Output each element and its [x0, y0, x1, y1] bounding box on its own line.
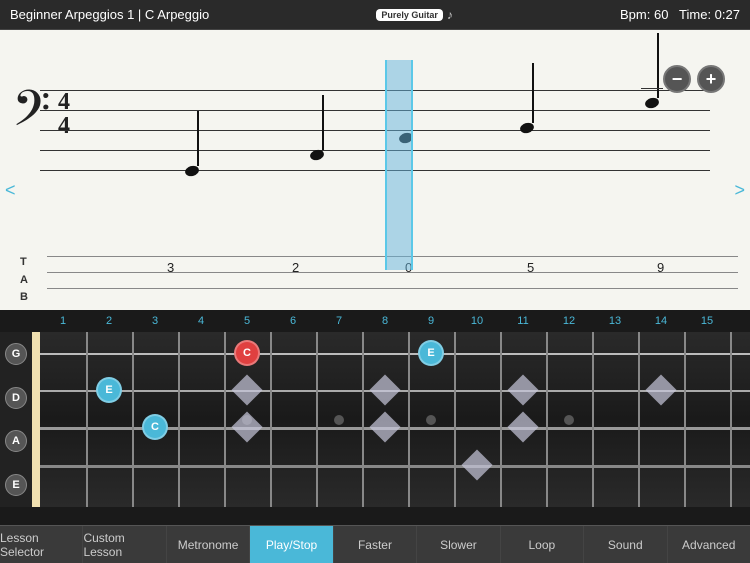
- top-bar: Beginner Arpeggios 1 | C Arpeggio Purely…: [0, 0, 750, 30]
- fret-line-13: [638, 332, 640, 507]
- fret-num-12: 12: [546, 315, 592, 327]
- fret-num-13: 13: [592, 315, 638, 327]
- fret-num-10: 10: [454, 315, 500, 327]
- slower-button[interactable]: Slower: [417, 526, 500, 563]
- tab-area: TAB 3 2 0 5 9: [12, 250, 738, 302]
- fret-num-14: 14: [638, 315, 684, 327]
- fret-num-5: 5: [224, 315, 270, 327]
- string-D: D: [5, 387, 27, 409]
- string-G: G: [5, 343, 27, 365]
- custom-lesson-button[interactable]: Custom Lesson: [83, 526, 166, 563]
- fret-line-11: [546, 332, 548, 507]
- string-labels: G D A E: [0, 332, 32, 507]
- fboard-note-C-string2: C: [142, 414, 168, 440]
- diamond-3: [645, 374, 676, 405]
- sheet-area: 𝄢 4 4 − +: [0, 30, 750, 310]
- bpm-time: Bpm: 60 Time: 0:27: [620, 7, 740, 22]
- string-E: E: [5, 474, 27, 496]
- fret-line-8: [408, 332, 410, 507]
- diamond-0: [231, 374, 262, 405]
- fret-line-2: [132, 332, 134, 507]
- advanced-button[interactable]: Advanced: [668, 526, 750, 563]
- nut: [32, 332, 40, 507]
- fret-dot-9: [426, 415, 436, 425]
- tab-num-3: 3: [167, 260, 174, 275]
- fret-dot-12: [564, 415, 574, 425]
- logo-icon: ♪: [447, 8, 453, 22]
- fret-line-4: [224, 332, 226, 507]
- fret-line-6: [316, 332, 318, 507]
- tab-num-2: 2: [292, 260, 299, 275]
- fret-line-7: [362, 332, 364, 507]
- metronome-button[interactable]: Metronome: [167, 526, 250, 563]
- fret-line-1: [86, 332, 88, 507]
- logo-area: Purely Guitar ♪: [376, 8, 453, 22]
- fret-num-8: 8: [362, 315, 408, 327]
- playhead: [385, 60, 413, 270]
- diamond-6: [507, 411, 538, 442]
- diamond-7: [461, 449, 492, 480]
- fret-num-3: 3: [132, 315, 178, 327]
- fret-num-6: 6: [270, 315, 316, 327]
- loop-button[interactable]: Loop: [501, 526, 584, 563]
- nav-left-button[interactable]: <: [5, 180, 16, 201]
- nav-right-button[interactable]: >: [734, 180, 745, 201]
- fret-num-7: 7: [316, 315, 362, 327]
- fret-line-12: [592, 332, 594, 507]
- fret-line-15: [730, 332, 732, 507]
- zoom-controls: − +: [663, 65, 725, 93]
- fretboard-container: 123456789101112131415 G D A E CEEC: [0, 310, 750, 510]
- fboard-note-C-string0: C: [234, 340, 260, 366]
- zoom-out-button[interactable]: −: [663, 65, 691, 93]
- diamond-4: [231, 411, 262, 442]
- tab-num-5: 5: [527, 260, 534, 275]
- fret-line-14: [684, 332, 686, 507]
- staff-lines: [40, 90, 710, 190]
- faster-button[interactable]: Faster: [334, 526, 417, 563]
- fret-num-11: 11: [500, 315, 546, 327]
- diamond-5: [369, 411, 400, 442]
- fret-num-2: 2: [86, 315, 132, 327]
- fret-dot-7: [334, 415, 344, 425]
- lesson-selector-button[interactable]: Lesson Selector: [0, 526, 83, 563]
- diamond-1: [369, 374, 400, 405]
- fret-line-5: [270, 332, 272, 507]
- fboard-note-E-string0: E: [418, 340, 444, 366]
- fret-numbers: 123456789101112131415: [0, 310, 750, 332]
- fret-num-4: 4: [178, 315, 224, 327]
- toolbar: Lesson SelectorCustom LessonMetronomePla…: [0, 525, 750, 563]
- fret-line-3: [178, 332, 180, 507]
- sound-button[interactable]: Sound: [584, 526, 667, 563]
- fret-line-10: [500, 332, 502, 507]
- fret-num-15: 15: [684, 315, 730, 327]
- page-title: Beginner Arpeggios 1 | C Arpeggio: [10, 7, 209, 22]
- fretboard: CEEC: [32, 332, 750, 507]
- logo: Purely Guitar: [376, 9, 443, 21]
- play-stop-button[interactable]: Play/Stop: [250, 526, 333, 563]
- fret-num-1: 1: [40, 315, 86, 327]
- fret-line-9: [454, 332, 456, 507]
- zoom-in-button[interactable]: +: [697, 65, 725, 93]
- fboard-note-E-string1: E: [96, 377, 122, 403]
- fret-num-9: 9: [408, 315, 454, 327]
- string-A: A: [5, 430, 27, 452]
- tab-num-9: 9: [657, 260, 664, 275]
- diamond-2: [507, 374, 538, 405]
